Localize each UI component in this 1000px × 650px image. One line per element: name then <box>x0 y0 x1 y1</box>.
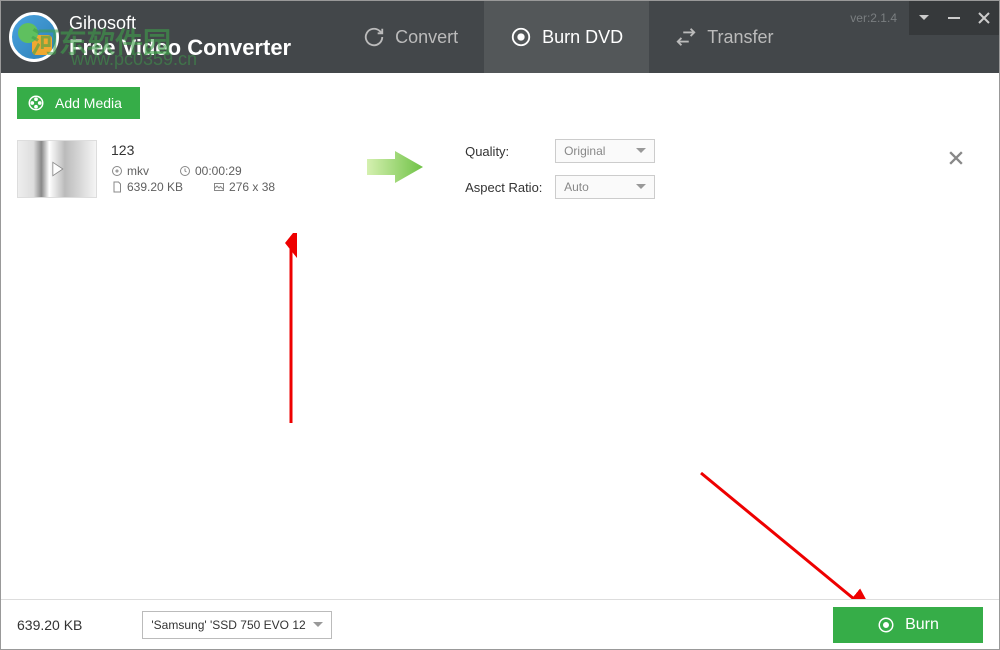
reel-icon <box>111 165 123 177</box>
media-filesize: 639.20 KB <box>111 180 183 194</box>
play-icon <box>47 159 67 179</box>
close-icon <box>949 151 963 165</box>
close-button[interactable] <box>969 1 999 35</box>
disc-icon <box>877 616 895 634</box>
convert-arrow-icon <box>365 149 425 190</box>
chevron-down-icon <box>313 622 323 628</box>
chevron-down-icon <box>636 148 646 154</box>
total-size-label: 639.20 KB <box>17 617 82 633</box>
burn-button[interactable]: Burn <box>833 607 983 643</box>
video-thumbnail[interactable] <box>17 140 97 198</box>
media-title: 123 <box>111 142 275 158</box>
burn-label: Burn <box>905 616 939 634</box>
annotation-arrow-up <box>271 233 311 433</box>
footer-bar: 639.20 KB 'Samsung' 'SSD 750 EVO 12 Burn <box>1 599 999 649</box>
clock-icon <box>179 165 191 177</box>
tab-convert[interactable]: Convert <box>337 1 484 73</box>
brand-bottom: Free Video Converter <box>69 35 291 61</box>
brand-area: Gihosoft Free Video Converter <box>1 1 307 73</box>
media-meta: 123 mkv 00:00:29 639.20 KB 276 x <box>111 142 275 196</box>
version-label: ver:2.1.4 <box>850 11 897 25</box>
media-dimensions: 276 x 38 <box>213 180 275 194</box>
add-media-button[interactable]: Add Media <box>17 87 140 119</box>
film-reel-icon <box>27 94 45 112</box>
tab-convert-label: Convert <box>395 27 458 48</box>
output-options: Quality: Original Aspect Ratio: Auto <box>465 139 655 199</box>
minimize-button[interactable] <box>939 1 969 35</box>
remove-item-button[interactable] <box>949 149 963 170</box>
aspect-ratio-select[interactable]: Auto <box>555 175 655 199</box>
window-controls: ver:2.1.4 <box>850 1 999 35</box>
app-logo <box>9 12 59 62</box>
app-header: 河东软件园 www.pc0359.cn Gihosoft Free Video … <box>1 1 999 73</box>
add-media-label: Add Media <box>55 95 122 111</box>
device-select[interactable]: 'Samsung' 'SSD 750 EVO 12 <box>142 611 332 639</box>
quality-select[interactable]: Original <box>555 139 655 163</box>
file-icon <box>111 181 123 193</box>
disc-icon <box>510 26 532 48</box>
media-format: mkv <box>111 164 149 178</box>
media-duration: 00:00:29 <box>179 164 242 178</box>
chevron-down-icon <box>636 184 646 190</box>
tab-burn-dvd[interactable]: Burn DVD <box>484 1 649 73</box>
nav-tabs: Convert Burn DVD Transfer <box>337 1 799 73</box>
quality-label: Quality: <box>465 144 555 159</box>
tab-burn-label: Burn DVD <box>542 27 623 48</box>
brand-top: Gihosoft <box>69 13 291 35</box>
dropdown-button[interactable] <box>909 1 939 35</box>
aspect-ratio-label: Aspect Ratio: <box>465 180 555 195</box>
transfer-icon <box>675 26 697 48</box>
media-item-row: 123 mkv 00:00:29 639.20 KB 276 x <box>17 139 983 199</box>
image-icon <box>213 181 225 193</box>
refresh-icon <box>363 26 385 48</box>
tab-transfer-label: Transfer <box>707 27 773 48</box>
content-area: Add Media 123 mkv 00:00:29 639.20 KB <box>1 73 999 599</box>
tab-transfer[interactable]: Transfer <box>649 1 799 73</box>
